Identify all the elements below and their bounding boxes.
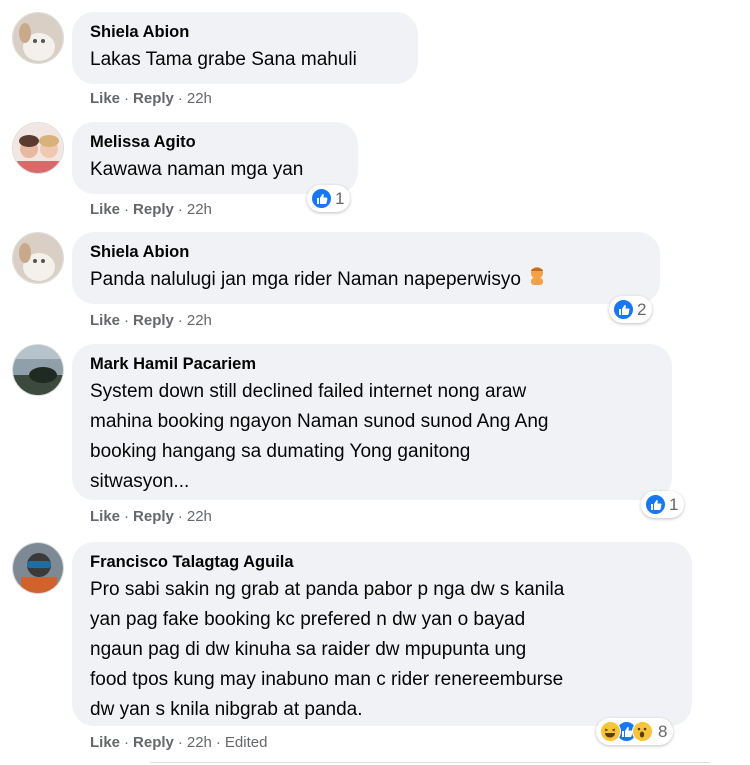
reply-link[interactable]: Reply <box>133 312 174 329</box>
reply-link[interactable]: Reply <box>133 508 174 525</box>
comment-time[interactable]: 22h <box>187 201 212 218</box>
divider <box>150 762 710 763</box>
comment-line: booking hangang sa dumating Yong ganiton… <box>90 441 471 462</box>
comment-author[interactable]: Mark Hamil Pacariem <box>90 354 654 374</box>
like-link[interactable]: Like <box>90 201 120 218</box>
reaction-count: 1 <box>335 188 345 208</box>
comment-actions: Like · Reply · 22h <box>90 312 212 329</box>
comment-author[interactable]: Francisco Talagtag Aguila <box>90 552 674 572</box>
reaction-count: 1 <box>669 494 679 514</box>
comment-time[interactable]: 22h <box>187 508 212 525</box>
reply-link[interactable]: Reply <box>133 90 174 107</box>
reply-link[interactable]: Reply <box>133 201 174 218</box>
reply-link[interactable]: Reply <box>133 734 174 751</box>
like-link[interactable]: Like <box>90 312 120 329</box>
comment-line: food tpos kung may inabuno man c rider r… <box>90 669 564 690</box>
reaction-count: 8 <box>658 721 668 741</box>
comment-line: Lakas Tama grabe Sana mahuli <box>90 49 357 70</box>
comment-text: Panda nalulugi jan mga rider Naman napep… <box>90 265 642 295</box>
comment-line: ngaun pag di dw kinuha sa raider dw mpup… <box>90 639 527 660</box>
comment-bubble: Shiela Abion Lakas Tama grabe Sana mahul… <box>72 12 418 84</box>
comment-text: Pro sabi sakin ng grab at panda pabor p … <box>90 575 674 725</box>
comment-time[interactable]: 22h <box>187 90 212 107</box>
comment-line: Kawawa naman mga yan <box>90 159 304 180</box>
comment-bubble: Mark Hamil Pacariem System down still de… <box>72 344 672 500</box>
avatar[interactable] <box>12 12 64 64</box>
comment-author[interactable]: Shiela Abion <box>90 22 400 42</box>
comment-line: sitwasyon... <box>90 471 190 492</box>
comment-actions: Like · Reply · 22h · Edited <box>90 734 268 751</box>
haha-reaction-icon <box>600 721 621 742</box>
comment-text: Kawawa naman mga yan <box>90 155 340 185</box>
comment-text: Lakas Tama grabe Sana mahuli <box>90 45 400 75</box>
like-reaction-icon <box>613 299 634 320</box>
like-link[interactable]: Like <box>90 508 120 525</box>
like-reaction-icon <box>311 188 332 209</box>
comment-line: yan pag fake booking kc prefered n dw ya… <box>90 609 526 630</box>
reaction-count: 2 <box>637 299 647 319</box>
comment-time[interactable]: 22h <box>187 312 212 329</box>
comment-text: System down still declined failed intern… <box>90 377 654 497</box>
comment-actions: Like · Reply · 22h <box>90 201 212 218</box>
avatar[interactable] <box>12 542 64 594</box>
comment-line: Pro sabi sakin ng grab at panda pabor p … <box>90 579 565 600</box>
person-facepalm-emoji-icon <box>527 265 547 295</box>
comment-line: Panda nalulugi jan mga rider Naman napep… <box>90 269 521 291</box>
like-reaction-icon <box>645 494 666 515</box>
comment-bubble: Francisco Talagtag Aguila Pro sabi sakin… <box>72 542 692 726</box>
comment-line: mahina booking ngayon Naman sunod sunod … <box>90 411 549 432</box>
reaction-summary[interactable]: 1 <box>307 185 351 212</box>
avatar[interactable] <box>12 232 64 284</box>
comment-bubble: Shiela Abion Panda nalulugi jan mga ride… <box>72 232 660 304</box>
comment-actions: Like · Reply · 22h <box>90 90 212 107</box>
comment-author[interactable]: Melissa Agito <box>90 132 340 152</box>
comment-line: dw yan s knila nibgrab at panda. <box>90 699 363 720</box>
like-link[interactable]: Like <box>90 90 120 107</box>
reaction-summary[interactable]: 1 <box>641 491 685 518</box>
avatar[interactable] <box>12 344 64 396</box>
comment-bubble: Melissa Agito Kawawa naman mga yan <box>72 122 358 194</box>
reaction-summary[interactable]: 8 <box>596 718 674 745</box>
reaction-summary[interactable]: 2 <box>609 296 653 323</box>
comment-time[interactable]: 22h <box>187 734 212 751</box>
edited-label[interactable]: Edited <box>225 734 268 751</box>
comment-actions: Like · Reply · 22h <box>90 508 212 525</box>
comment-line: System down still declined failed intern… <box>90 381 527 402</box>
like-link[interactable]: Like <box>90 734 120 751</box>
comment-author[interactable]: Shiela Abion <box>90 242 642 262</box>
avatar[interactable] <box>12 122 64 174</box>
wow-reaction-icon <box>632 721 653 742</box>
